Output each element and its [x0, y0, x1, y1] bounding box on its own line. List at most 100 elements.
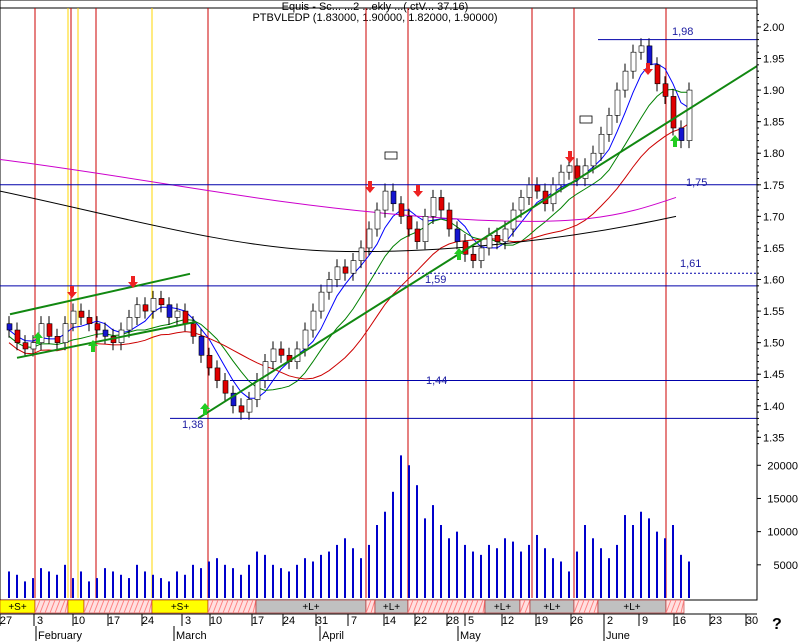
candle-body — [134, 304, 141, 318]
day-label: 5 — [468, 615, 474, 627]
price-tick-label: 1.85 — [763, 117, 784, 129]
price-tick-label: 2.00 — [763, 22, 784, 34]
ma-short-line — [8, 63, 690, 399]
signal-band-label: +S+ — [171, 602, 190, 613]
candle-body — [614, 89, 621, 116]
candle-body — [150, 298, 157, 312]
month-label: February — [38, 630, 83, 642]
price-tick-label: 1.70 — [763, 211, 784, 223]
signal-bands-layer: +S+ +S+ +L+ +L+ +L+ +L+ +L+ — [0, 599, 685, 614]
day-label: 28 — [447, 615, 459, 627]
plot-frame — [0, 0, 758, 601]
signal-band-label: +L+ — [302, 602, 319, 613]
price-tick-label: 1.75 — [763, 180, 784, 192]
moving-averages-layer — [0, 63, 690, 399]
help-mark[interactable]: ? — [772, 616, 782, 634]
ma-black-line — [0, 190, 677, 253]
candle-body — [358, 247, 365, 261]
candle-body — [654, 64, 661, 85]
candle-body — [174, 310, 181, 318]
day-label: 19 — [536, 615, 548, 627]
price-tick-label: 1.40 — [763, 401, 784, 413]
candle-body — [406, 216, 413, 230]
candle-body — [598, 133, 605, 154]
ma-mid-line — [8, 88, 689, 391]
day-label: 7 — [351, 615, 357, 627]
signal-band-x — [519, 599, 531, 614]
price-tick-label: 1.60 — [763, 275, 784, 287]
candle-body — [86, 317, 93, 325]
day-label: 27 — [0, 615, 12, 627]
volume-tick-label: 15000 — [767, 493, 798, 505]
price-tick-label: 1.50 — [763, 338, 784, 350]
candle-body — [502, 228, 509, 242]
candle-body — [182, 310, 189, 325]
level-label: 1,98 — [672, 26, 693, 38]
day-label: 26 — [571, 615, 583, 627]
candle-body — [454, 228, 461, 242]
candle-body — [526, 184, 533, 198]
candle-body — [270, 348, 277, 362]
signal-band-label: +L+ — [494, 602, 511, 613]
candle-body — [334, 266, 341, 280]
candle-body — [374, 209, 381, 230]
buy-arrow-icon — [454, 248, 464, 260]
day-label: 2 — [607, 615, 613, 627]
candle-body — [22, 342, 29, 350]
candle-body — [102, 329, 109, 337]
day-label: 9 — [642, 615, 648, 627]
candle-body — [558, 171, 565, 186]
candle-body — [494, 235, 501, 242]
candle-body — [62, 323, 69, 343]
candle-body — [254, 380, 261, 400]
candle-body — [438, 197, 445, 211]
day-label: 31 — [316, 615, 328, 627]
day-label: 3 — [37, 615, 43, 627]
price-tick-label: 1.35 — [763, 432, 784, 444]
signal-band-s — [67, 599, 85, 614]
candle-body — [366, 228, 373, 249]
candle-body — [54, 336, 61, 343]
price-tick-label: 1.95 — [763, 54, 784, 66]
day-label: 12 — [502, 615, 514, 627]
day-label: 30 — [746, 615, 758, 627]
month-label: April — [322, 630, 344, 642]
day-label: 17 — [108, 615, 120, 627]
candle-body — [206, 354, 213, 369]
price-tick-label: 1.80 — [763, 148, 784, 160]
candle-body — [478, 247, 485, 261]
candle-body — [662, 83, 669, 97]
candle-body — [446, 209, 453, 230]
signal-band-label: +S+ — [8, 602, 27, 613]
trend-channel-upper — [9, 272, 191, 316]
candle-body — [670, 96, 677, 129]
candle-body — [310, 310, 317, 331]
candle-body — [78, 310, 85, 318]
candle-body — [686, 89, 693, 141]
date-axis-layer: 27 3 10 17 24 3 10 17 24 31 7 14 22 28 5 12 19 26 2 9 16 23 30… — [0, 613, 758, 642]
candle-body — [14, 329, 21, 343]
main-uptrend-line — [197, 65, 758, 420]
candle-body — [222, 380, 229, 394]
candle-body — [678, 127, 685, 141]
candle-body — [342, 266, 349, 274]
day-label: 17 — [252, 615, 264, 627]
level-label: 1,61 — [680, 258, 701, 270]
axis-layer: 2.00 1.95 1.90 1.85 1.80 1.75 1.70 1.65 1.60 1.55… — [756, 0, 798, 600]
level-label: 1,38 — [182, 419, 203, 431]
day-label: 10 — [73, 615, 85, 627]
candle-body — [6, 323, 13, 331]
candle-body — [414, 228, 421, 242]
candle-body — [382, 190, 389, 211]
candle-body — [214, 367, 221, 381]
signal-band-x — [34, 599, 69, 614]
price-tick-label: 1.65 — [763, 243, 784, 255]
event-marker-box — [579, 115, 593, 124]
day-label: 23 — [710, 615, 722, 627]
day-label: 22 — [415, 615, 427, 627]
day-label: 14 — [384, 615, 396, 627]
sell-arrow-icon — [413, 185, 423, 197]
candle-body — [30, 342, 37, 350]
candle-body — [158, 298, 165, 306]
signal-band-label: +L+ — [383, 602, 400, 613]
